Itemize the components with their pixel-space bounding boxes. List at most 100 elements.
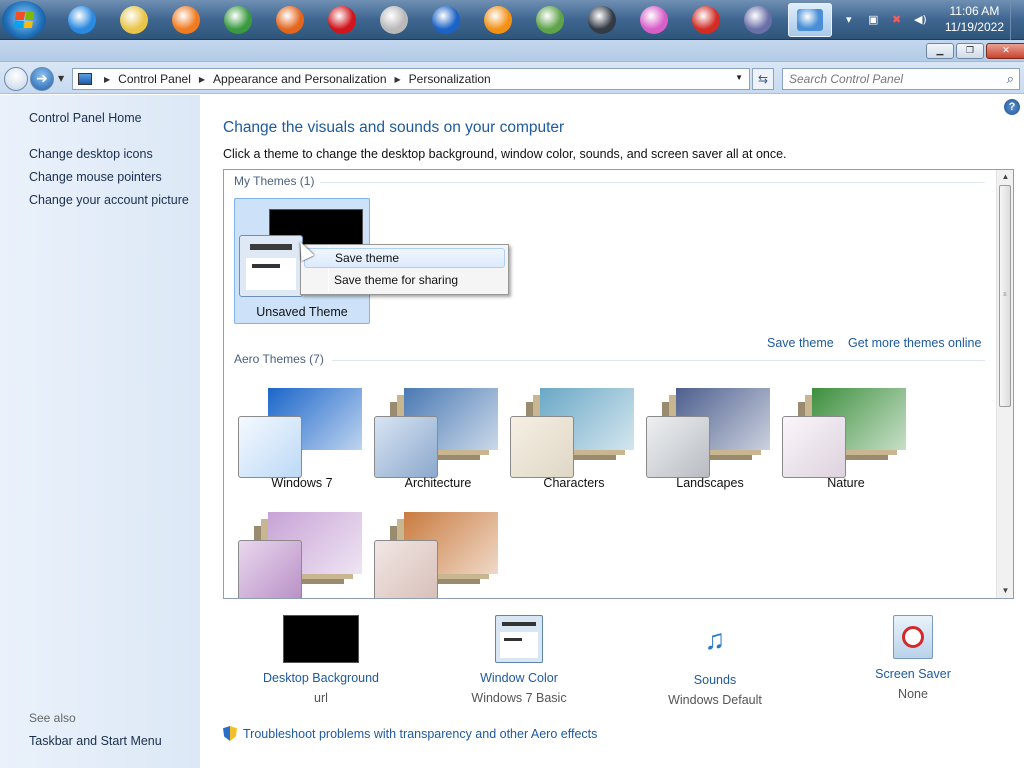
opera-next-taskbar-button[interactable] [372,3,416,37]
theme-glass-thumbnail [646,416,710,478]
steam-taskbar-button[interactable] [580,3,624,37]
window-color-item[interactable]: Window Color Windows 7 Basic [424,615,614,705]
windows-explorer-taskbar-button[interactable] [112,3,156,37]
media-player-taskbar-button[interactable] [164,3,208,37]
scrollbar-thumb[interactable]: ≡ [999,185,1011,407]
volume-icon[interactable]: ◀) [914,13,927,26]
avast-taskbar-button[interactable] [476,3,520,37]
recent-pages-dropdown[interactable]: ▼ [58,74,64,83]
theme-row2-2[interactable] [370,504,506,598]
help-icon[interactable]: ? [1004,99,1020,115]
itunes-taskbar-button[interactable] [632,3,676,37]
sidebar-control-panel-home[interactable]: Control Panel Home [29,111,142,125]
ccleaner-icon [692,6,720,34]
ccleaner-taskbar-button[interactable] [684,3,728,37]
theme-name: Windows 7 [271,476,333,490]
chrome-icon [224,6,252,34]
forward-button[interactable]: ➜ [30,67,54,91]
theme-name: Unsaved Theme [256,305,348,319]
address-dropdown-icon[interactable]: ▼ [735,73,743,82]
main-content: ? Change the visuals and sounds on your … [200,95,1024,768]
firefox-taskbar-button[interactable] [268,3,312,37]
show-hidden-icons-icon[interactable]: ▾ [846,13,852,26]
minimize-button[interactable]: ▁ [926,43,954,59]
breadcrumb-control-panel[interactable]: Control Panel [118,72,191,86]
theme-characters[interactable]: Characters [506,380,642,490]
theme-nature[interactable]: Nature [778,380,914,490]
breadcrumb-separator-icon[interactable]: ▶ [199,75,205,84]
search-icon[interactable]: ⌕ [1007,71,1014,87]
theme-landscapes[interactable]: Landscapes [642,380,778,490]
desktop-background-label[interactable]: Desktop Background [226,671,416,685]
clock[interactable]: 11:06 AM 11/19/2022 [945,3,1004,35]
windows-logo-icon [13,12,35,28]
steam-icon [588,6,616,34]
search-input[interactable]: Search Control Panel ⌕ [782,68,1020,90]
back-button[interactable] [4,67,28,91]
theme-list: My Themes (1) Unsaved Theme Save theme G… [223,169,1014,599]
sounds-label[interactable]: Sounds [620,673,810,687]
globe-taskbar-button[interactable] [528,3,572,37]
screen-saver-label[interactable]: Screen Saver [818,667,1008,681]
bittorrent-taskbar-button[interactable] [736,3,780,37]
address-bar[interactable]: ▶ Control Panel ▶ Appearance and Persona… [72,68,750,90]
start-button[interactable] [2,1,46,39]
network-icon[interactable]: ▣ [868,13,878,26]
troubleshoot-link[interactable]: Troubleshoot problems with transparency … [223,726,597,741]
save-theme-link[interactable]: Save theme [767,336,834,350]
theme-windows-7[interactable]: Windows 7 [234,380,370,490]
clock-time: 11:06 AM [949,4,1000,18]
window-color-label[interactable]: Window Color [424,671,614,685]
sounds-icon: ♫ [704,624,726,655]
breadcrumb-separator-icon[interactable]: ▶ [104,75,110,84]
restore-button[interactable]: ❐ [956,43,984,59]
sounds-item[interactable]: ♫ Sounds Windows Default [620,615,810,707]
menu-item-save-theme[interactable]: Save theme [304,248,505,268]
theme-row2-1[interactable] [234,504,370,598]
theme-architecture[interactable]: Architecture [370,380,506,490]
page-title: Change the visuals and sounds on your co… [223,119,565,136]
menu-item-save-theme-for-sharing[interactable]: Save theme for sharing [304,270,505,290]
opera-blue-icon [432,6,460,34]
media-player-icon [172,6,200,34]
chrome-taskbar-button[interactable] [216,3,260,37]
itunes-icon [640,6,668,34]
get-more-themes-link[interactable]: Get more themes online [848,336,981,350]
theme-name: Characters [543,476,605,490]
see-also-heading: See also [29,711,76,725]
theme-name: Landscapes [676,476,744,490]
scroll-up-icon[interactable]: ▲ [997,170,1013,184]
refresh-button[interactable]: ⇆ [752,68,774,90]
close-button[interactable]: ✕ [986,43,1024,59]
screen-saver-value: None [898,687,928,701]
desktop-background-item[interactable]: Desktop Background url [226,615,416,705]
sidebar-change-mouse-pointers[interactable]: Change mouse pointers [29,170,162,184]
troubleshoot-text[interactable]: Troubleshoot problems with transparency … [243,727,597,741]
sidebar-change-desktop-icons[interactable]: Change desktop icons [29,147,153,161]
theme-glass-thumbnail [782,416,846,478]
control-panel-taskbar-button[interactable] [788,3,832,37]
sidebar-change-account-picture[interactable]: Change your account picture [29,193,189,207]
theme-glass-thumbnail [510,416,574,478]
screen-saver-item[interactable]: Screen Saver None [818,615,1008,701]
group-divider [320,182,985,183]
taskbar: ▾ ▣ ✖ ◀) 11:06 AM 11/19/2022 [0,0,1024,40]
opera-taskbar-button[interactable] [320,3,364,37]
vertical-scrollbar[interactable]: ▲ ≡ ▼ [996,170,1013,598]
sidebar-taskbar-start-menu[interactable]: Taskbar and Start Menu [29,734,162,748]
scroll-down-icon[interactable]: ▼ [997,584,1013,598]
clock-date: 11/19/2022 [944,20,1004,34]
opera-blue-taskbar-button[interactable] [424,3,468,37]
show-desktop-button[interactable] [1010,0,1024,40]
search-placeholder: Search Control Panel [789,72,904,86]
sounds-value: Windows Default [668,693,762,707]
window-title-bar: ▁ ❐ ✕ [0,40,1024,62]
breadcrumb-personalization[interactable]: Personalization [409,72,491,86]
desktop-background-value: url [314,691,328,705]
internet-explorer-taskbar-button[interactable] [60,3,104,37]
group-divider [332,360,985,361]
action-center-icon[interactable]: ✖ [892,13,901,26]
breadcrumb-appearance[interactable]: Appearance and Personalization [213,72,386,86]
breadcrumb-separator-icon[interactable]: ▶ [395,75,401,84]
aero-themes-heading: Aero Themes (7) [234,352,324,366]
